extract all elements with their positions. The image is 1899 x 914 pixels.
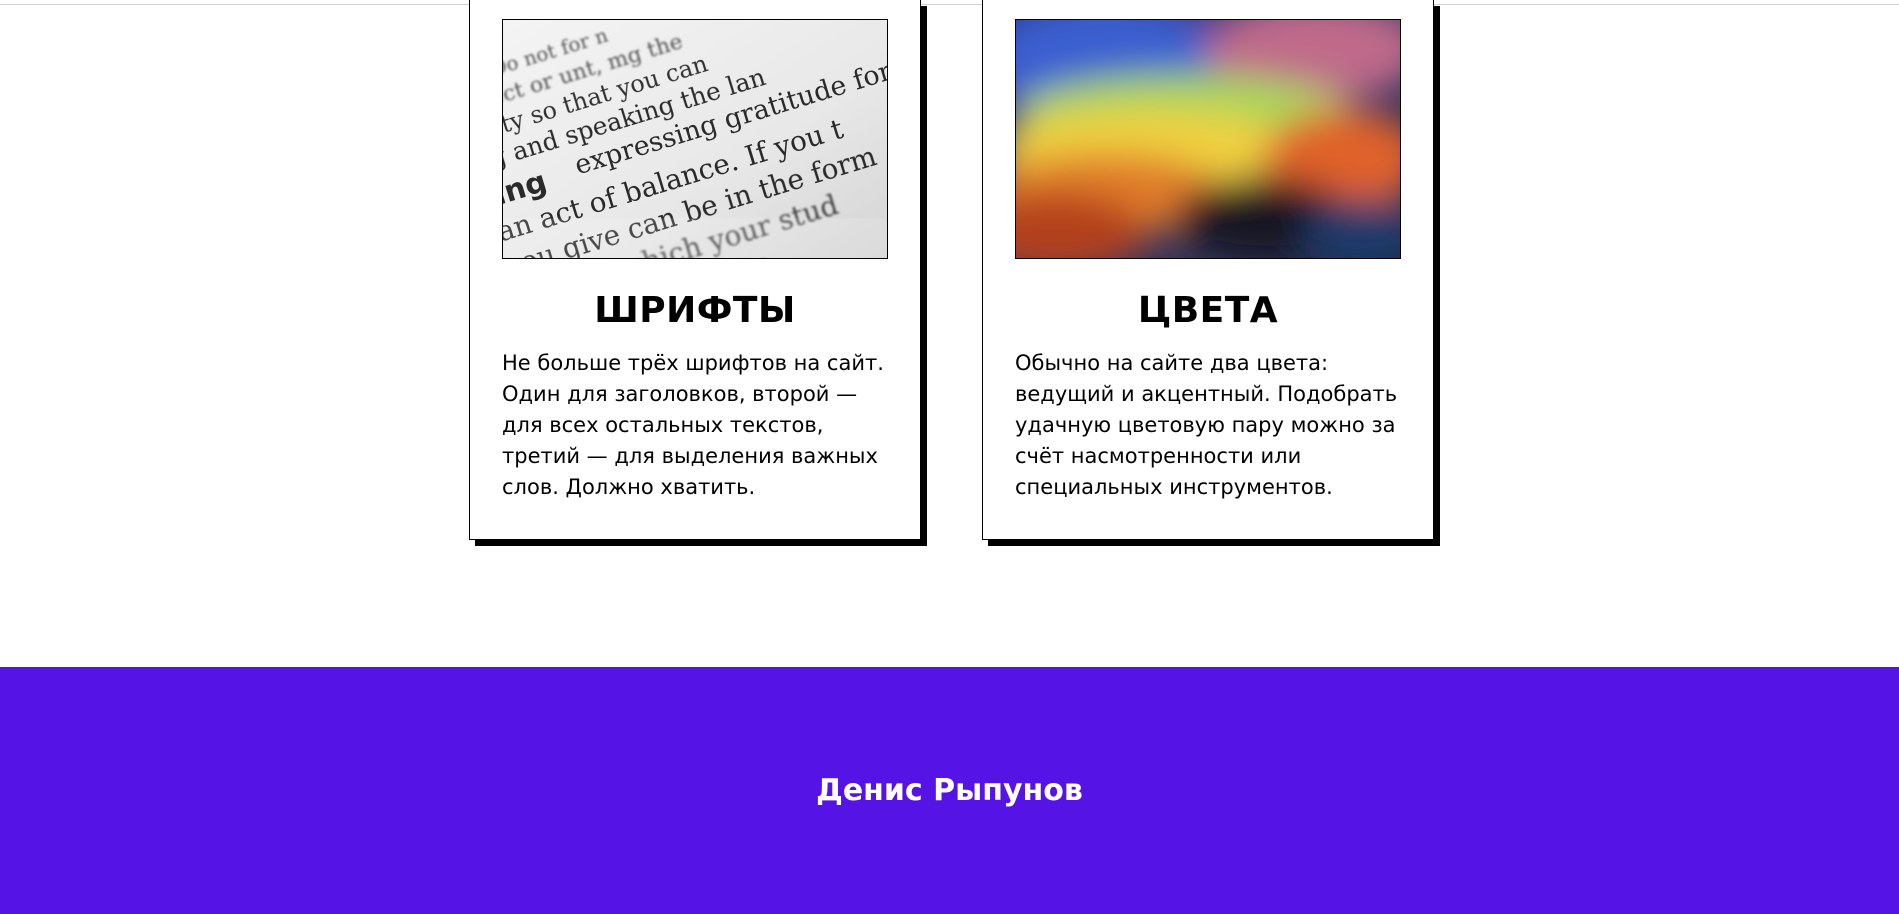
typography-photo-icon: he. Do not for n aspect or unt, mg the a…: [502, 19, 888, 259]
footer-author-name: Денис Рыпунов: [816, 773, 1083, 808]
card-title: ЦВЕТА: [1137, 290, 1279, 331]
top-divider: [0, 0, 1899, 5]
card-title: ШРИФТЫ: [594, 290, 796, 331]
page-footer: Денис Рыпунов: [0, 667, 1899, 914]
card-fonts: he. Do not for n aspect or unt, mg the a…: [469, 0, 921, 540]
card-colors: ЦВЕТА Обычно на сайте два цвета: ведущий…: [982, 0, 1434, 540]
card-description: Обычно на сайте два цвета: ведущий и акц…: [1015, 351, 1398, 499]
card-description: Не больше трёх шрифтов на сайт. Один для…: [502, 351, 884, 499]
color-gradient-photo-icon: [1015, 19, 1401, 259]
